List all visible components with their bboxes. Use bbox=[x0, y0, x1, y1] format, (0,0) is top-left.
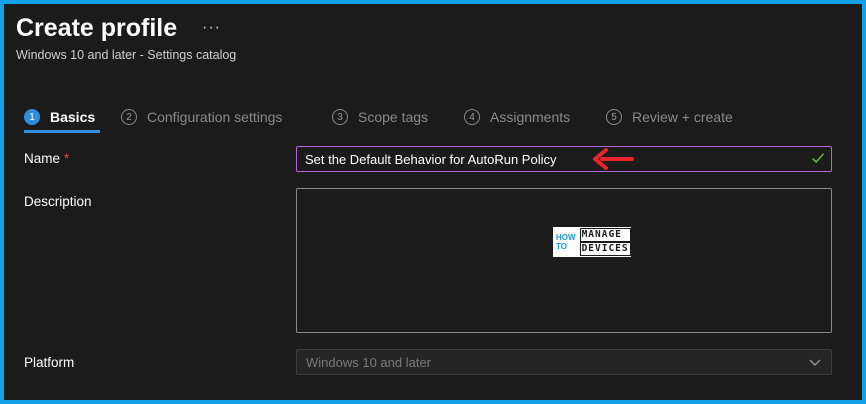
name-input-value: Set the Default Behavior for AutoRun Pol… bbox=[305, 151, 557, 167]
tab-review-create[interactable]: 5 Review + create bbox=[606, 102, 733, 132]
platform-value: Windows 10 and later bbox=[306, 354, 432, 370]
tab-scope-tags[interactable]: 3 Scope tags bbox=[332, 102, 428, 132]
platform-label: Platform bbox=[24, 355, 75, 370]
page-subtitle: Windows 10 and later - Settings catalog bbox=[16, 48, 237, 62]
step-circle: 1 bbox=[24, 109, 40, 125]
tab-basics[interactable]: 1 Basics bbox=[24, 102, 100, 133]
tab-assignments[interactable]: 4 Assignments bbox=[464, 102, 570, 132]
platform-select[interactable]: Windows 10 and later bbox=[296, 349, 832, 375]
step-circle: 4 bbox=[464, 109, 480, 125]
tab-label: Basics bbox=[50, 109, 96, 125]
check-icon bbox=[812, 153, 825, 164]
description-label: Description bbox=[24, 194, 92, 209]
more-icon[interactable]: ··· bbox=[202, 18, 221, 38]
howtomanagedevices-logo: HOW TO MANAGE DEVICES bbox=[553, 227, 631, 257]
required-mark: * bbox=[64, 151, 70, 166]
description-textarea[interactable]: HOW TO MANAGE DEVICES bbox=[296, 188, 832, 333]
page-title: Create profile bbox=[16, 14, 178, 42]
logo-how-to: HOW TO bbox=[556, 233, 576, 251]
step-circle: 2 bbox=[121, 109, 137, 125]
red-arrow-annotation bbox=[593, 148, 634, 170]
name-label-text: Name bbox=[24, 151, 61, 166]
active-tab-indicator bbox=[24, 130, 100, 133]
name-input[interactable]: Set the Default Behavior for AutoRun Pol… bbox=[296, 146, 832, 172]
step-circle: 3 bbox=[332, 109, 348, 125]
tab-label: Review + create bbox=[632, 109, 733, 125]
tab-label: Scope tags bbox=[358, 109, 429, 125]
name-label: Name * bbox=[24, 150, 69, 168]
logo-manage-devices: MANAGE DEVICES bbox=[579, 228, 631, 256]
tab-label: Configuration settings bbox=[147, 109, 283, 125]
step-circle: 5 bbox=[606, 109, 622, 125]
tab-label: Assignments bbox=[490, 109, 571, 125]
tab-configuration-settings[interactable]: 2 Configuration settings bbox=[121, 102, 282, 132]
chevron-down-icon bbox=[809, 359, 821, 366]
app-window: Create profile ··· Windows 10 and later … bbox=[4, 4, 862, 400]
